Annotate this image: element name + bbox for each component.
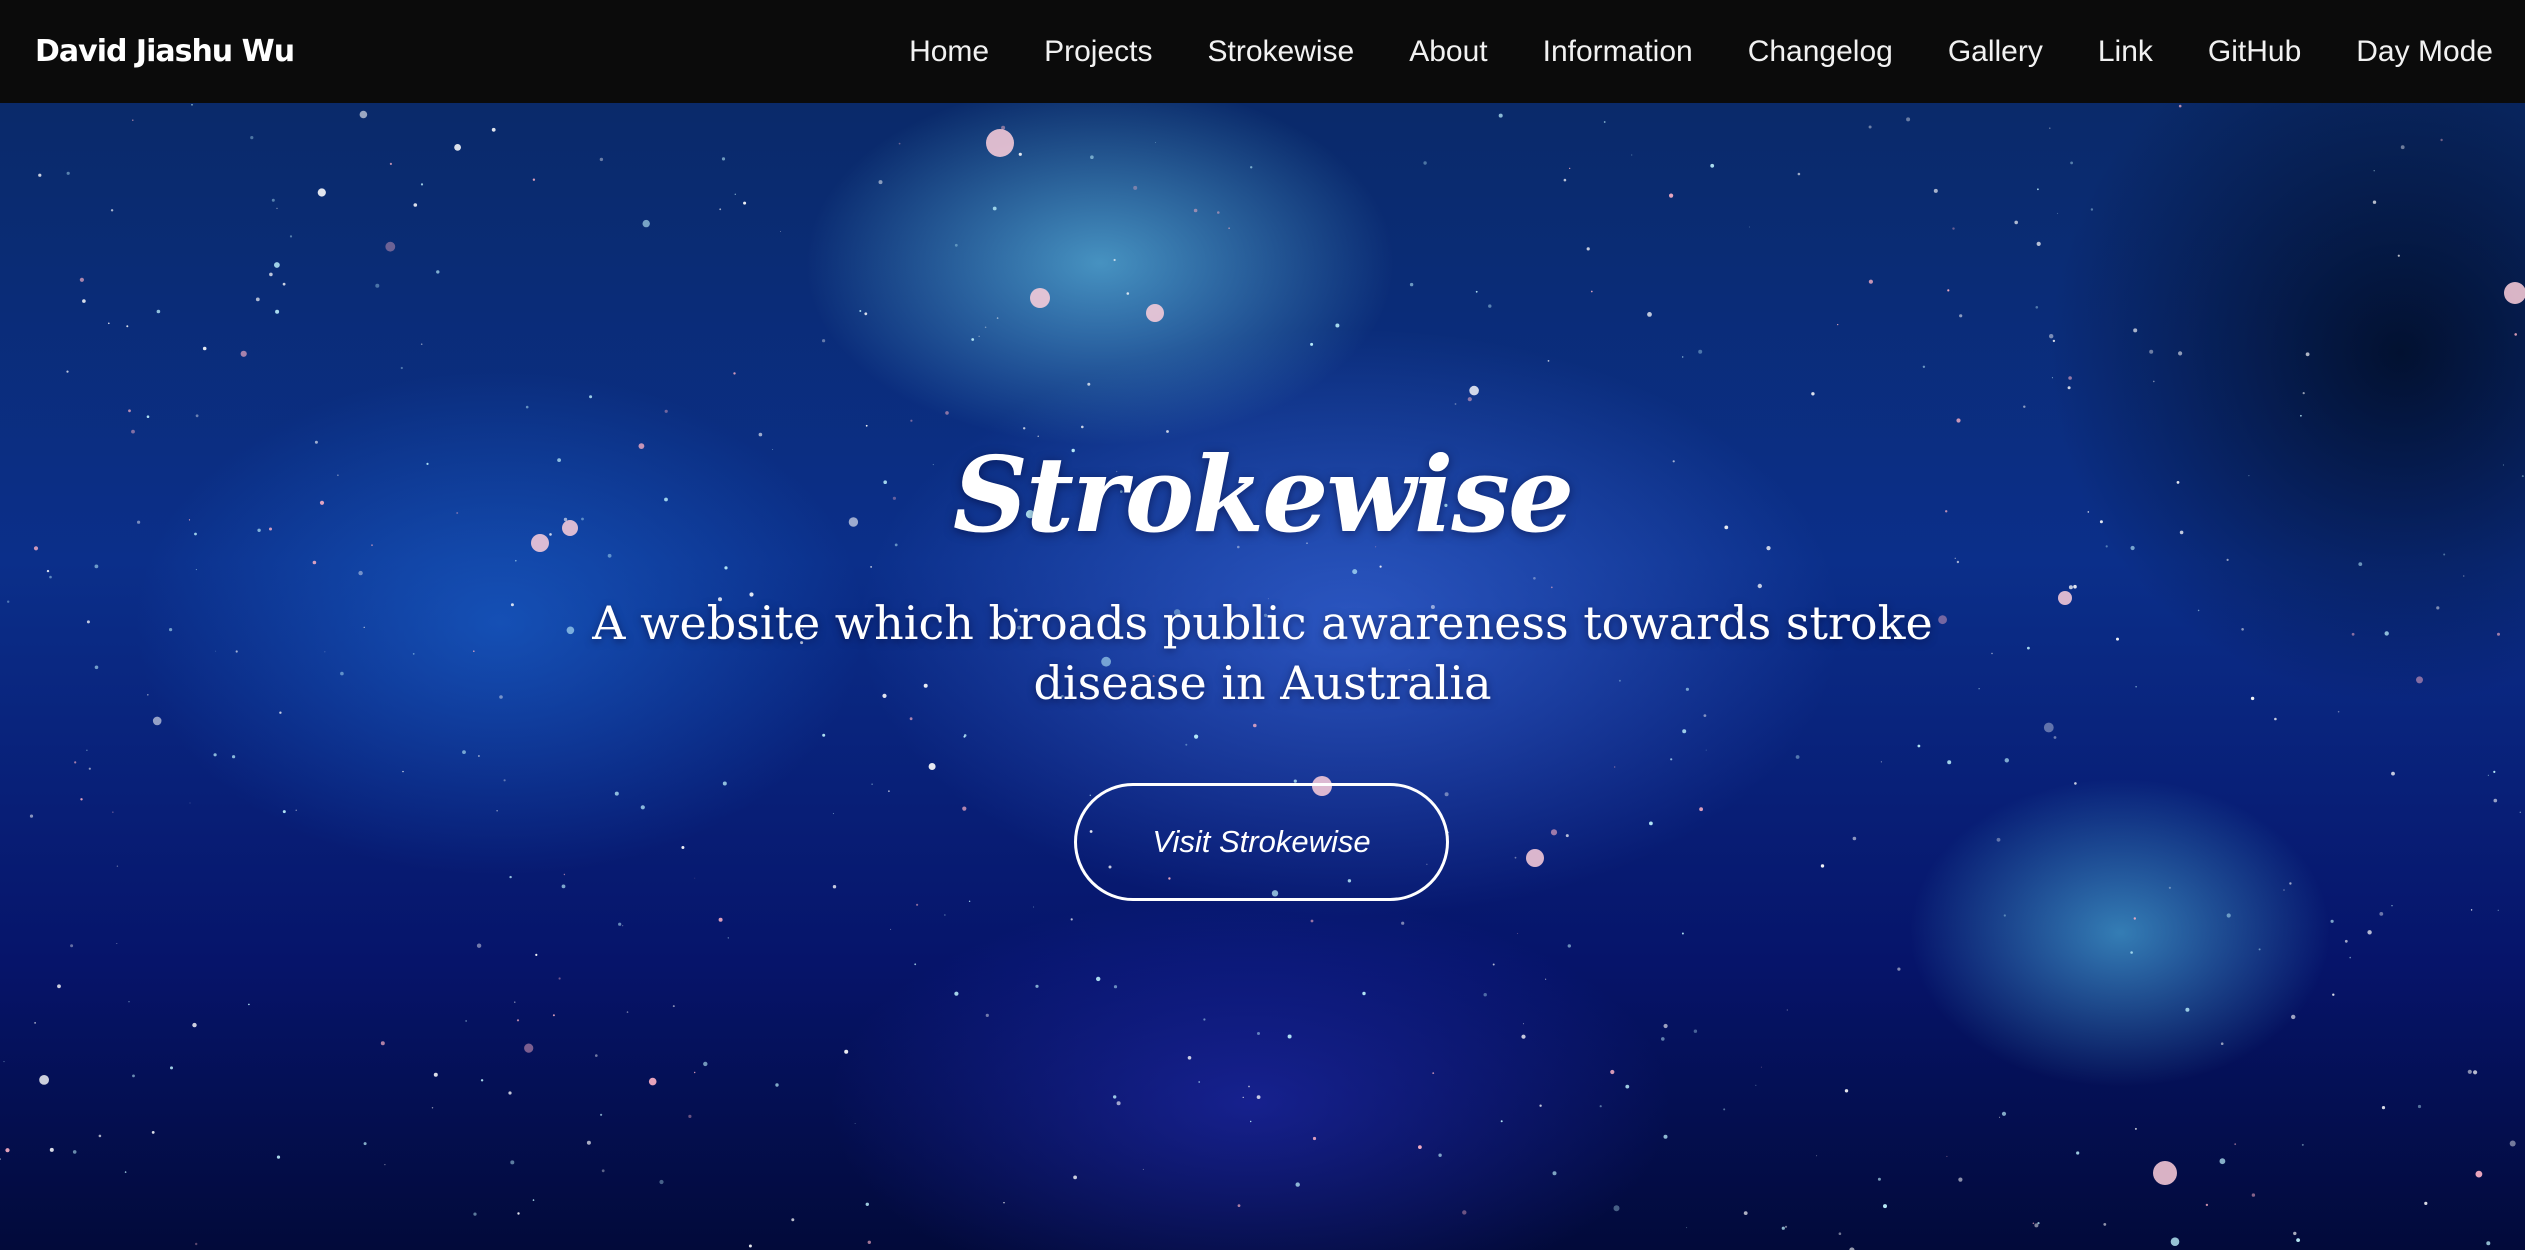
visit-strokewise-button[interactable]: Visit Strokewise xyxy=(1074,783,1449,901)
nav-links: Home Projects Strokewise About Informati… xyxy=(854,0,2493,103)
nav-link-home[interactable]: Home xyxy=(909,35,989,69)
top-navbar: David Jiashu Wu Home Projects Strokewise… xyxy=(0,0,2525,103)
hero-subtitle: A website which broads public awareness … xyxy=(592,596,1933,710)
hero-title: Strokewise xyxy=(952,433,1574,556)
hero-content: Strokewise A website which broads public… xyxy=(0,103,2525,1250)
page: David Jiashu Wu Home Projects Strokewise… xyxy=(0,0,2525,1250)
nav-link-about[interactable]: About xyxy=(1409,35,1487,69)
nav-link-github[interactable]: GitHub xyxy=(2208,35,2301,69)
nav-link-gallery[interactable]: Gallery xyxy=(1948,35,2043,69)
nav-link-link[interactable]: Link xyxy=(2098,35,2153,69)
nav-link-strokewise[interactable]: Strokewise xyxy=(1207,35,1354,69)
hero-section: Strokewise A website which broads public… xyxy=(0,103,2525,1250)
nav-link-projects[interactable]: Projects xyxy=(1044,35,1152,69)
nav-link-information[interactable]: Information xyxy=(1543,35,1693,69)
nav-link-changelog[interactable]: Changelog xyxy=(1748,35,1893,69)
site-brand[interactable]: David Jiashu Wu xyxy=(35,0,295,103)
nav-link-day-mode[interactable]: Day Mode xyxy=(2356,35,2493,69)
